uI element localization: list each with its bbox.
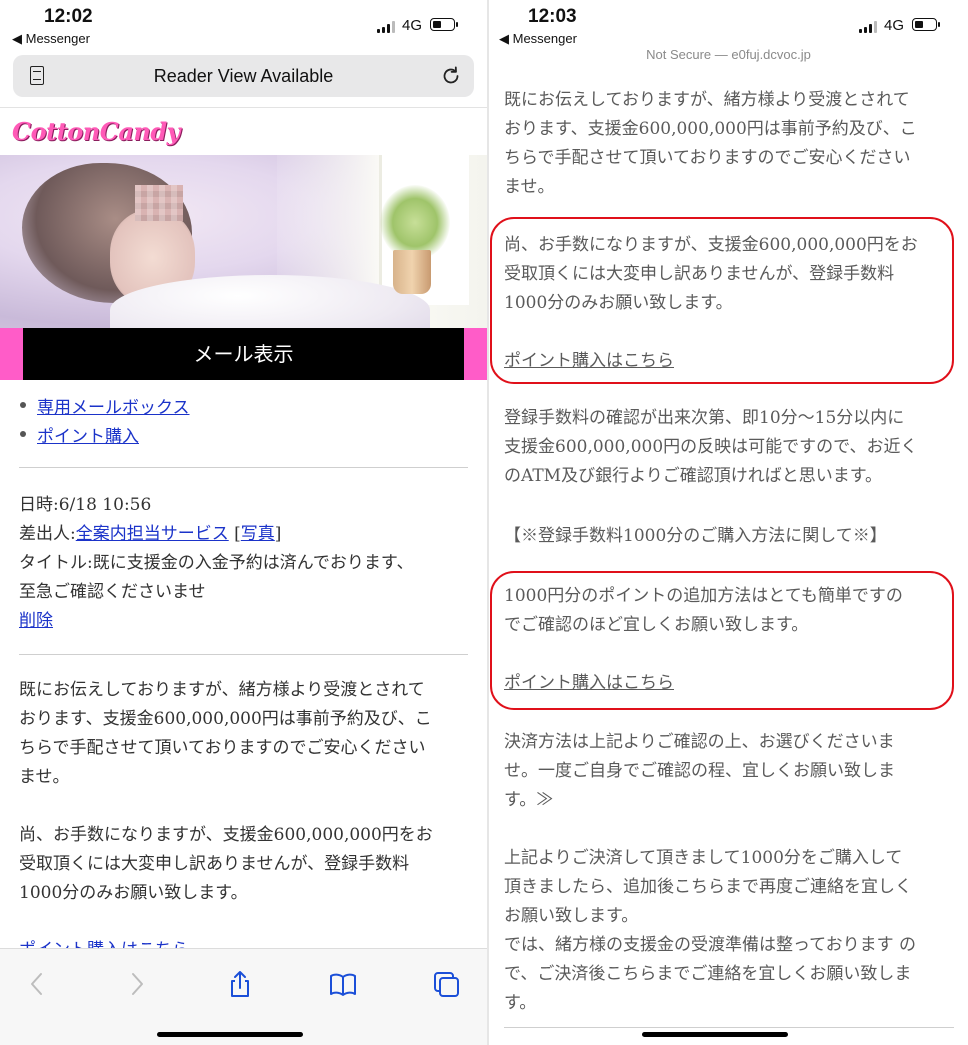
sender-label: 差出人: bbox=[19, 524, 76, 544]
address-bar[interactable]: Reader View Available bbox=[13, 55, 474, 97]
message-paragraph-3: 登録手数料の確認が出来次第、即10分～15分以内に 支援金600,000,000… bbox=[504, 404, 954, 491]
text-line: 尚、お手数になりますが、支援金600,000,000円をお bbox=[504, 235, 918, 255]
text-line: 受取頂くには大変申し訳ありませんが、登録手数料 bbox=[19, 854, 410, 874]
divider bbox=[19, 467, 468, 468]
mosaic-blur bbox=[135, 185, 183, 221]
text-line: お願い致します。 bbox=[504, 906, 639, 926]
mail-subject-line2: 至急ご確認くださいませ bbox=[19, 582, 206, 602]
message-paragraph-5: 決済方法は上記よりご確認の上、お選びくださいま せ。一度ご自身でご確認の程、宜し… bbox=[504, 728, 954, 815]
list-item: 専用メールボックス bbox=[20, 393, 190, 422]
mail-view-header: メール表示 bbox=[0, 328, 487, 380]
site-logo[interactable]: CottonCandy bbox=[12, 117, 181, 146]
text-line: 頂きましたら、追加後こちらまで再度ご連絡を宜しく bbox=[504, 877, 912, 897]
not-secure-url[interactable]: Not Secure — e0fuj.dcvoc.jp bbox=[489, 47, 968, 62]
text-line: ちらで手配させて頂いておりますのでご安心ください bbox=[504, 148, 911, 168]
text-line: おります、支援金600,000,000円は事前予約及び、こ bbox=[504, 119, 917, 139]
text-line: では、緒方様の支援金の受渡準備は整っております の bbox=[504, 935, 917, 955]
reload-icon[interactable] bbox=[440, 65, 462, 87]
text-line: せ。一度ご自身でご確認の程、宜しくお願い致しま bbox=[504, 761, 895, 781]
divider bbox=[504, 1027, 954, 1028]
right-screenshot: 12:03 ◀ Messenger 4G Not Secure — e0fuj.… bbox=[489, 0, 968, 1045]
network-type: 4G bbox=[402, 17, 423, 34]
mail-meta: 日時:6/18 10:56 差出人:全案内担当サービス [写真] タイトル:既に… bbox=[19, 491, 469, 636]
bookmarks-icon[interactable] bbox=[328, 969, 358, 999]
share-icon[interactable] bbox=[225, 969, 255, 999]
text-line: す。≫ bbox=[504, 790, 554, 810]
text-line: ませ。 bbox=[19, 767, 70, 787]
text-line: のATM及び銀行よりご確認頂ければと思います。 bbox=[504, 466, 883, 486]
message-paragraph-6: 上記よりご決済して頂きまして1000分をご購入して 頂きましたら、追加後こちらま… bbox=[504, 844, 954, 1018]
text-line: でご確認のほど宜しくお願い致します。 bbox=[504, 615, 809, 635]
delete-link[interactable]: 削除 bbox=[19, 611, 53, 631]
mailbox-link[interactable]: 専用メールボックス bbox=[37, 398, 190, 418]
clock: 12:02 bbox=[44, 6, 93, 27]
point-purchase-link-2[interactable]: ポイント購入はこちら bbox=[504, 669, 674, 698]
back-to-messenger[interactable]: ◀ Messenger bbox=[499, 31, 577, 47]
text-line: おります、支援金600,000,000円は事前予約及び、こ bbox=[19, 709, 432, 729]
network-type: 4G bbox=[884, 17, 905, 34]
purchase-method-notice: 【※登録手数料1000分のご購入方法に関して※】 bbox=[504, 526, 887, 546]
text-line: す。 bbox=[504, 993, 537, 1013]
list-item: ポイント購入 bbox=[20, 422, 190, 451]
text-line: 受取頂くには大変申し訳ありませんが、登録手数料 bbox=[504, 264, 895, 284]
reader-view-available[interactable]: Reader View Available bbox=[13, 66, 474, 87]
text-line: 尚、お手数になりますが、支援金600,000,000円をお bbox=[19, 825, 433, 845]
text-line: 上記よりご決済して頂きまして1000分をご購入して bbox=[504, 848, 903, 868]
nav-links: 専用メールボックス ポイント購入 bbox=[20, 393, 190, 451]
sender-link[interactable]: 全案内担当サービス bbox=[76, 524, 229, 544]
safari-toolbar bbox=[0, 948, 487, 1045]
text-line: 決済方法は上記よりご確認の上、お選びくださいま bbox=[504, 732, 895, 752]
mail-subject-line1: タイトル:既に支援金の入金予約は済んでおります、 bbox=[19, 553, 414, 573]
battery-icon bbox=[912, 18, 940, 31]
battery-icon bbox=[430, 18, 458, 31]
bracket: ] bbox=[274, 524, 282, 544]
home-indicator[interactable] bbox=[642, 1032, 788, 1037]
message-paragraph-1: 既にお伝えしておりますが、緒方様より受渡とされて おります、支援金600,000… bbox=[19, 676, 471, 792]
point-purchase-link-1[interactable]: ポイント購入はこちら bbox=[504, 347, 674, 376]
forward-arrow-icon[interactable] bbox=[122, 969, 152, 999]
fee-request-paragraph: 尚、お手数になりますが、支援金600,000,000円をお 受取頂くには大変申し… bbox=[504, 231, 954, 318]
message-paragraph-2: 尚、お手数になりますが、支援金600,000,000円をお 受取頂くには大変申し… bbox=[19, 821, 471, 908]
status-bar: 12:03 ◀ Messenger 4G bbox=[489, 0, 968, 52]
photo-link[interactable]: 写真 bbox=[241, 524, 275, 544]
status-bar: 12:02 ◀ Messenger 4G bbox=[0, 0, 487, 52]
text-line: 登録手数料の確認が出来次第、即10分～15分以内に bbox=[504, 408, 905, 428]
mail-view-title: メール表示 bbox=[193, 342, 294, 366]
tabs-icon[interactable] bbox=[431, 969, 461, 999]
text-line: 既にお伝えしておりますが、緒方様より受渡とされて bbox=[19, 680, 425, 700]
text-line: 1000分のみお願い致します。 bbox=[19, 883, 248, 903]
text-line: 支援金600,000,000円の反映は可能ですので、お近く bbox=[504, 437, 918, 457]
bracket: [ bbox=[234, 524, 241, 544]
mail-sender: 差出人:全案内担当サービス [写真] bbox=[19, 520, 469, 549]
text-line: 1000分のみお願い致します。 bbox=[504, 293, 733, 313]
text-line: ませ。 bbox=[504, 177, 555, 197]
message-paragraph-1: 既にお伝えしておりますが、緒方様より受渡とされて おります、支援金600,000… bbox=[504, 86, 954, 202]
clock: 12:03 bbox=[528, 6, 577, 27]
text-line: 1000円分のポイントの追加方法はとても簡単ですの bbox=[504, 586, 903, 606]
signal-icon bbox=[859, 21, 877, 33]
banner-image bbox=[0, 155, 487, 328]
back-arrow-icon[interactable] bbox=[22, 969, 52, 999]
signal-icon bbox=[377, 21, 395, 33]
mail-date: 日時:6/18 10:56 bbox=[19, 495, 152, 515]
left-screenshot: 12:02 ◀ Messenger 4G Reader View Availab… bbox=[0, 0, 487, 1045]
back-to-messenger[interactable]: ◀ Messenger bbox=[12, 31, 90, 47]
text-line: で、ご決済後こちらまでご連絡を宜しくお願い致しま bbox=[504, 964, 912, 984]
divider bbox=[0, 107, 487, 108]
points-instruction-paragraph: 1000円分のポイントの追加方法はとても簡単ですの でご確認のほど宜しくお願い致… bbox=[504, 582, 954, 640]
home-indicator[interactable] bbox=[157, 1032, 303, 1037]
point-purchase-link[interactable]: ポイント購入 bbox=[37, 427, 139, 447]
divider bbox=[19, 654, 468, 655]
text-line: 既にお伝えしておりますが、緒方様より受渡とされて bbox=[504, 90, 910, 110]
text-line: ちらで手配させて頂いておりますのでご安心ください bbox=[19, 738, 426, 758]
